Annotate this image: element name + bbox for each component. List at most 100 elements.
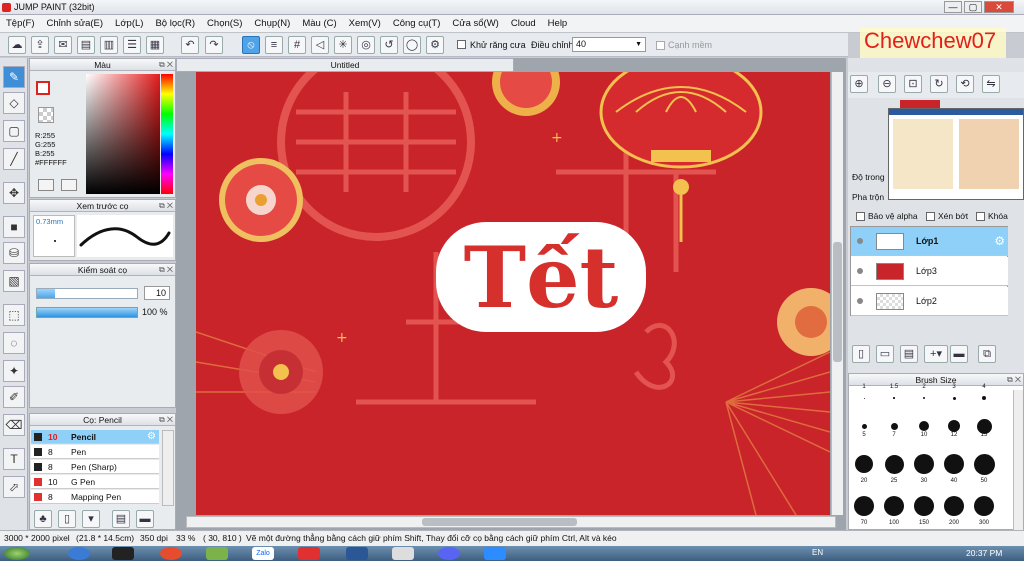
capcut-icon[interactable] bbox=[112, 547, 134, 560]
lasso-icon[interactable]: ◌ bbox=[3, 332, 25, 354]
protect-alpha-checkbox[interactable] bbox=[856, 212, 865, 221]
close-button[interactable]: ✕ bbox=[984, 1, 1014, 13]
brush-size-dot[interactable] bbox=[861, 423, 867, 429]
merge-layer-icon[interactable]: ⧉ bbox=[978, 345, 996, 363]
scroll-thumb[interactable] bbox=[833, 242, 842, 362]
zoom-icon[interactable] bbox=[484, 547, 506, 560]
vertical-scrollbar[interactable] bbox=[831, 72, 843, 515]
brush-item[interactable]: 10 Pencil ⚙ bbox=[31, 430, 159, 444]
redo-icon[interactable]: ↷ bbox=[205, 36, 223, 54]
brush-size-dot[interactable] bbox=[974, 496, 994, 516]
horizontal-scrollbar[interactable] bbox=[186, 516, 836, 528]
gradient-tool-icon[interactable]: ▧ bbox=[3, 270, 25, 292]
document-icon[interactable]: ▥ bbox=[100, 36, 118, 54]
opacity-slider[interactable] bbox=[36, 307, 138, 318]
folder-icon[interactable]: ▬ bbox=[136, 510, 154, 528]
rotate-reset-icon[interactable]: ⟲ bbox=[956, 75, 974, 93]
zalo-icon[interactable]: Zalo bbox=[252, 547, 274, 560]
curve-ruler-icon[interactable]: ↺ bbox=[380, 36, 398, 54]
brush-size-dot[interactable] bbox=[884, 454, 904, 474]
bucket-tool-icon[interactable]: ⛁ bbox=[3, 242, 25, 264]
duplicate-layer-icon[interactable]: ▭ bbox=[876, 345, 894, 363]
fit-icon[interactable]: ⊡ bbox=[904, 75, 922, 93]
parallel-ruler-icon[interactable]: ≡ bbox=[265, 36, 283, 54]
menu-file[interactable]: Tệp(F) bbox=[6, 18, 35, 29]
soft-edge-checkbox[interactable] bbox=[656, 41, 665, 50]
antialias-checkbox[interactable] bbox=[457, 40, 466, 49]
brush-size-dot[interactable] bbox=[919, 421, 929, 431]
menu-edit[interactable]: Chỉnh sửa(E) bbox=[47, 18, 104, 29]
brush-size-dot[interactable] bbox=[982, 396, 986, 400]
note-icon[interactable]: ▤ bbox=[77, 36, 95, 54]
text-tool-icon[interactable]: T bbox=[3, 448, 25, 470]
brush-size-dot[interactable] bbox=[952, 396, 956, 400]
brush-size-dot[interactable] bbox=[863, 397, 865, 399]
panel-close-icon[interactable]: ⧉ ✕ bbox=[1007, 375, 1021, 385]
brush-size-dot[interactable] bbox=[893, 397, 895, 399]
brush-item[interactable]: 8 Pen (Sharp) bbox=[31, 460, 159, 474]
menu-color[interactable]: Màu (C) bbox=[302, 18, 336, 29]
eye-icon[interactable] bbox=[857, 238, 863, 244]
undo-icon[interactable]: ↶ bbox=[181, 36, 199, 54]
brush-item[interactable]: 10 G Pen bbox=[31, 475, 159, 489]
brush-size-dot[interactable] bbox=[923, 397, 925, 399]
brush-item[interactable]: 8 Pen bbox=[31, 445, 159, 459]
brush-size-slider[interactable] bbox=[36, 288, 138, 299]
start-button-icon[interactable] bbox=[4, 547, 30, 560]
eye-icon[interactable] bbox=[857, 298, 863, 304]
zoom-out-icon[interactable]: ⊖ bbox=[878, 75, 896, 93]
vanishing-point-icon[interactable]: ◁ bbox=[311, 36, 329, 54]
fill-rect-tool-icon[interactable]: ■ bbox=[3, 216, 25, 238]
cross-ruler-icon[interactable]: # bbox=[288, 36, 306, 54]
speech-icon[interactable]: ✉ bbox=[54, 36, 72, 54]
discord-icon[interactable] bbox=[438, 547, 460, 560]
brush-size-dot[interactable] bbox=[914, 496, 934, 516]
foreground-color-swatch[interactable] bbox=[36, 81, 50, 95]
scroll-thumb[interactable] bbox=[422, 518, 577, 526]
brush-size-input[interactable]: 10 bbox=[144, 286, 170, 300]
brush-size-dot[interactable] bbox=[914, 454, 934, 474]
adjust-dropdown[interactable]: 40 ▼ bbox=[572, 37, 646, 52]
flip-icon[interactable]: ⇋ bbox=[982, 75, 1000, 93]
menu-layer[interactable]: Lớp(L) bbox=[115, 18, 143, 29]
jump-paint-icon[interactable] bbox=[298, 547, 320, 560]
saturation-value-field[interactable] bbox=[86, 74, 160, 194]
browser-icon[interactable] bbox=[160, 547, 182, 560]
magic-wand-icon[interactable]: ✦ bbox=[3, 360, 25, 382]
app-icon[interactable] bbox=[206, 547, 228, 560]
menu-view[interactable]: Xem(V) bbox=[349, 18, 381, 29]
word-icon[interactable] bbox=[346, 547, 368, 560]
brush-size-dot[interactable] bbox=[973, 453, 995, 475]
menu-select[interactable]: Chọn(S) bbox=[207, 18, 242, 29]
brush-size-dot[interactable] bbox=[948, 420, 960, 432]
layer-row[interactable]: Lớp1 ⚙ bbox=[851, 227, 1008, 256]
maximize-button[interactable]: ▢ bbox=[964, 1, 982, 13]
layer-row[interactable]: Lớp2 bbox=[851, 287, 1008, 316]
minimize-button[interactable]: — bbox=[944, 1, 962, 13]
transparent-swatch[interactable] bbox=[38, 107, 54, 123]
copy-layer-icon[interactable]: ▤ bbox=[900, 345, 918, 363]
color-settings-icon[interactable] bbox=[61, 179, 77, 191]
brush-menu-icon[interactable]: ▾ bbox=[82, 510, 100, 528]
brush-size-grid[interactable]: 1 1.5 2 3 4 5 7 10 12 15 20 25 30 40 50 70 100 150 200 300 bbox=[849, 384, 1024, 530]
brush-size-dot[interactable] bbox=[854, 496, 874, 516]
gear-icon[interactable]: ⚙ bbox=[147, 430, 156, 444]
menu-cloud[interactable]: Cloud bbox=[511, 18, 536, 29]
radial-ruler-icon[interactable]: ✳ bbox=[334, 36, 352, 54]
panel-close-icon[interactable]: ⧉ ✕ bbox=[159, 415, 173, 425]
brush-size-dot[interactable] bbox=[855, 455, 873, 473]
brush-tool-icon[interactable]: ✎ bbox=[3, 66, 25, 88]
panel-close-icon[interactable]: ⧉ ✕ bbox=[159, 265, 173, 275]
line-tool-icon[interactable]: ╱ bbox=[3, 148, 25, 170]
brush-size-dot[interactable] bbox=[944, 496, 964, 516]
menu-help[interactable]: Help bbox=[548, 18, 568, 29]
brush-item[interactable]: 8 Mapping Pen bbox=[31, 490, 159, 504]
zoom-in-icon[interactable]: ⊕ bbox=[850, 75, 868, 93]
move-tool-icon[interactable]: ✥ bbox=[3, 182, 25, 204]
brush-group-icon[interactable]: ♣ bbox=[34, 510, 52, 528]
operation-tool-icon[interactable]: ⬀ bbox=[3, 476, 25, 498]
grid-icon[interactable]: ▦ bbox=[146, 36, 164, 54]
eraser-tool-icon[interactable]: ◇ bbox=[3, 92, 25, 114]
concentric-ruler-icon[interactable]: ◎ bbox=[357, 36, 375, 54]
color-picker-icon[interactable] bbox=[38, 179, 54, 191]
